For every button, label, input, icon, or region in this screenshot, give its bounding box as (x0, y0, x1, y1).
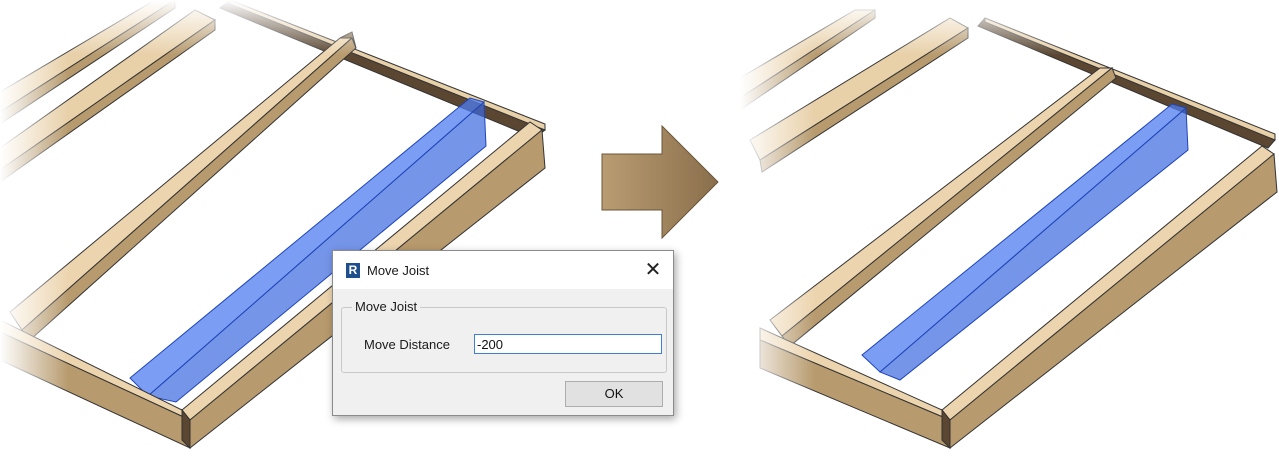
dialog-title-bar[interactable]: R Move Joist ✕ (333, 251, 673, 289)
revit-logo-icon: R (346, 263, 360, 278)
move-distance-input[interactable] (474, 334, 662, 354)
group-label: Move Joist (352, 299, 421, 314)
move-distance-label: Move Distance (364, 337, 450, 352)
move-joist-dialog: R Move Joist ✕ Move Joist Move Distance … (332, 250, 674, 416)
joist-frame-after (740, 0, 1279, 463)
right-arrow-icon (590, 118, 730, 248)
close-icon[interactable]: ✕ (639, 257, 667, 283)
ok-button[interactable]: OK (565, 381, 663, 407)
move-joist-group: Move Joist Move Distance (341, 299, 667, 373)
dialog-title: Move Joist (367, 263, 430, 278)
